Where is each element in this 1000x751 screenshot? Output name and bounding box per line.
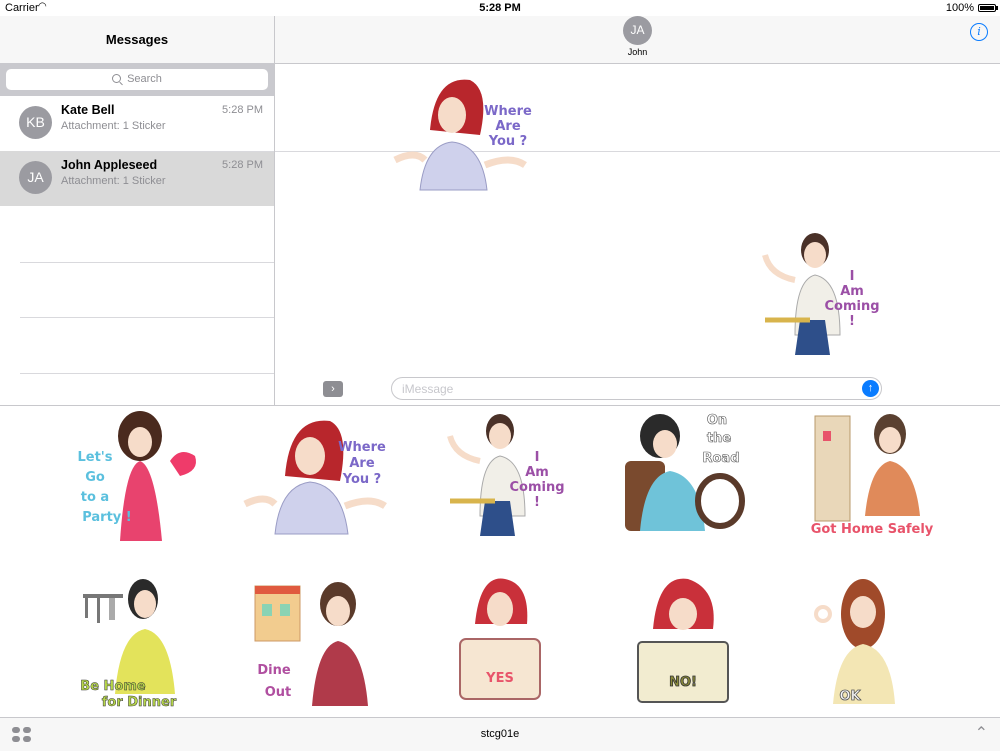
sticker-text: Got Home Safely bbox=[811, 522, 934, 537]
sticker-face bbox=[653, 430, 677, 458]
sticker-text: NO! bbox=[669, 675, 697, 690]
sticker-text: I bbox=[535, 450, 540, 465]
sticker-got-home-safely[interactable]: Got Home Safely bbox=[805, 406, 945, 541]
sticker-be-home-for-dinner[interactable]: Be Home for Dinner bbox=[75, 574, 185, 714]
search-bar: Search bbox=[0, 63, 274, 96]
message-input-field[interactable] bbox=[400, 381, 844, 397]
contact-name: Kate Bell bbox=[61, 103, 115, 117]
sticker-text: the bbox=[707, 431, 731, 446]
sticker-text: Are bbox=[349, 456, 374, 471]
avatar: JA bbox=[19, 161, 52, 194]
sticker-text: for Dinner bbox=[102, 695, 177, 710]
sticker-text: Coming bbox=[509, 480, 564, 495]
sticker-text: Are bbox=[495, 119, 520, 134]
sticker-face bbox=[438, 97, 466, 133]
message-time: 5:28 PM bbox=[222, 159, 263, 171]
list-divider bbox=[20, 262, 274, 263]
conversation-item-john-appleseed[interactable]: JA John Appleseed Attachment: 1 Sticker … bbox=[0, 151, 274, 206]
contact-name: John Appleseed bbox=[61, 158, 158, 172]
sticker-text: On bbox=[707, 413, 727, 428]
sticker-body bbox=[312, 641, 368, 706]
message-time: 5:28 PM bbox=[222, 104, 263, 116]
sticker-text: Coming bbox=[824, 299, 879, 314]
sticker-text: Dine bbox=[257, 663, 291, 678]
sticker-text: to a bbox=[81, 490, 109, 505]
split-divider bbox=[274, 63, 275, 405]
sticker-face bbox=[295, 437, 325, 475]
sticker-text: You ? bbox=[488, 134, 527, 149]
sticker-text: Go bbox=[85, 470, 105, 485]
sticker-face bbox=[487, 592, 513, 626]
sticker-pack-name: stcg01e bbox=[480, 728, 520, 740]
sticker-text: OK bbox=[839, 689, 861, 704]
avatar: KB bbox=[19, 106, 52, 139]
contact-name: John bbox=[627, 47, 648, 57]
sticker-on-the-road[interactable]: On the Road bbox=[615, 406, 755, 536]
clock: 5:28 PM bbox=[479, 2, 521, 14]
sticker-text: Out bbox=[265, 685, 292, 700]
sticker-face bbox=[850, 596, 876, 628]
search-placeholder: Search bbox=[127, 73, 162, 85]
sticker-where-are-you[interactable]: Where Are You ? bbox=[240, 406, 390, 536]
list-divider bbox=[20, 373, 274, 374]
list-divider bbox=[20, 317, 274, 318]
status-bar: Carrier ◠ 5:28 PM 100% bbox=[0, 0, 1000, 16]
chat-header: JA John i bbox=[275, 16, 1000, 64]
sticker-i-am-coming[interactable]: I Am Coming ! bbox=[440, 406, 570, 541]
sticker-body bbox=[419, 141, 488, 191]
sidebar-header: Messages bbox=[0, 16, 274, 63]
sticker-ok[interactable]: OK bbox=[808, 574, 908, 709]
message-sticker-i-am-coming[interactable]: I Am Coming ! bbox=[755, 225, 885, 360]
message-preview: Attachment: 1 Sticker bbox=[61, 120, 166, 132]
message-sticker-where-are-you[interactable]: Where Are You ? bbox=[390, 70, 540, 195]
sticker-text: Where bbox=[484, 104, 532, 119]
expand-button[interactable]: › bbox=[323, 381, 343, 397]
sticker-text: ! bbox=[534, 495, 540, 510]
info-icon[interactable]: i bbox=[970, 23, 988, 41]
chevron-up-icon[interactable]: ⌃ bbox=[975, 723, 988, 743]
app-drawer-bar: stcg01e ⌃ bbox=[0, 717, 1000, 751]
search-icon bbox=[112, 74, 122, 83]
battery-icon bbox=[978, 4, 996, 12]
sticker-drawer: Let's Go to a Party ! Where Are You ? I … bbox=[0, 405, 1000, 718]
sticker-dine-out[interactable]: Dine Out bbox=[250, 576, 380, 711]
sticker-face bbox=[804, 242, 826, 268]
contact-avatar[interactable]: JA bbox=[623, 16, 652, 45]
battery-percent: 100% bbox=[945, 2, 974, 14]
sticker-face bbox=[134, 590, 156, 618]
conversation-item-kate-bell[interactable]: KB Kate Bell Attachment: 1 Sticker 5:28 … bbox=[0, 96, 274, 151]
message-preview: Attachment: 1 Sticker bbox=[61, 175, 166, 187]
sticker-face bbox=[128, 427, 152, 457]
sticker-text: Let's bbox=[77, 450, 112, 465]
sticker-body bbox=[274, 481, 349, 535]
send-button[interactable]: ↑ bbox=[862, 380, 879, 397]
sticker-text: ! bbox=[849, 314, 855, 329]
sticker-text: Where bbox=[338, 440, 386, 455]
compose-bar: › ↑ bbox=[275, 372, 1000, 405]
search-input[interactable]: Search bbox=[6, 69, 268, 90]
sticker-body bbox=[120, 461, 162, 541]
sticker-text: Party ! bbox=[82, 510, 132, 525]
sticker-face bbox=[326, 596, 350, 626]
sticker-text: Be Home bbox=[80, 679, 146, 694]
sticker-body bbox=[865, 461, 920, 516]
sticker-no[interactable]: NO! bbox=[633, 574, 733, 709]
sticker-face bbox=[669, 598, 697, 630]
sticker-yes[interactable]: YES bbox=[455, 574, 545, 709]
sticker-text: You ? bbox=[342, 472, 381, 487]
sticker-text: I bbox=[850, 269, 855, 284]
sticker-text: Road bbox=[702, 451, 739, 466]
sticker-lets-go-to-a-party[interactable]: Let's Go to a Party ! bbox=[65, 406, 215, 546]
sticker-text: Am bbox=[525, 465, 549, 480]
sidebar-title: Messages bbox=[105, 32, 169, 47]
sticker-face bbox=[489, 423, 511, 449]
message-input[interactable]: ↑ bbox=[391, 377, 882, 400]
sticker-text: Am bbox=[840, 284, 864, 299]
sticker-face bbox=[879, 427, 901, 453]
sticker-text: YES bbox=[485, 671, 514, 686]
